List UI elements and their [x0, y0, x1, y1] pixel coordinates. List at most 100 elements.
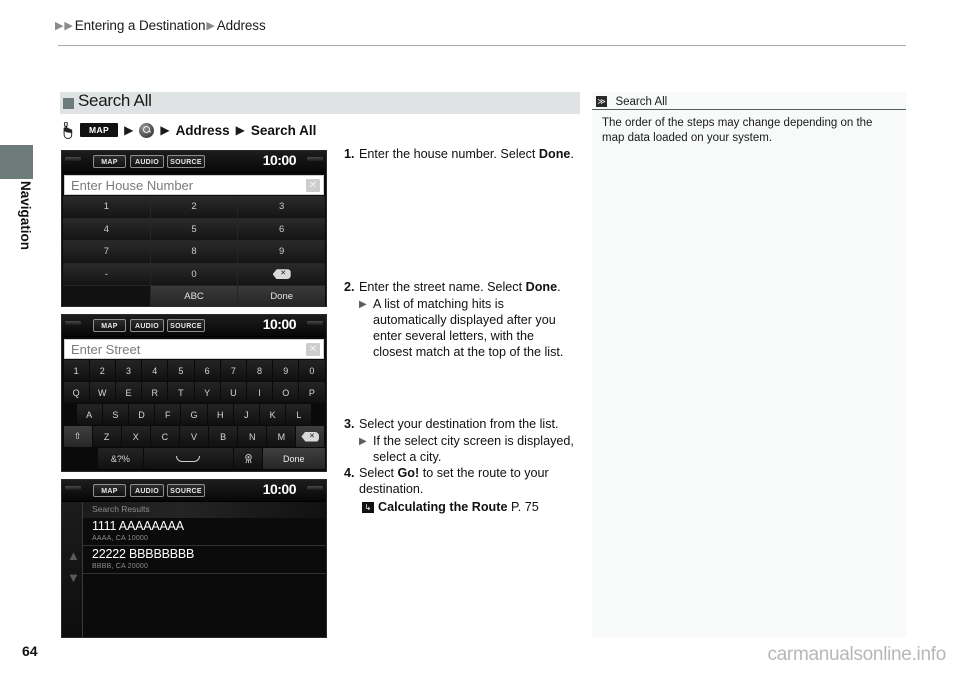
key-s[interactable]: S [102, 404, 128, 425]
results-scrollbar[interactable]: ▲ ▼ [62, 502, 83, 637]
hardware-knob-left-icon [65, 486, 81, 490]
magnifier-icon[interactable] [139, 122, 155, 138]
key-num-1[interactable]: 1 [63, 360, 89, 381]
step-3: 3. Select your destination from the list… [344, 417, 576, 466]
key-u[interactable]: U [220, 382, 246, 403]
step-1-bold: Done [538, 147, 571, 161]
key-num-5[interactable]: 5 [168, 360, 194, 381]
key-9[interactable]: 9 [238, 241, 326, 263]
step-spacer [344, 361, 576, 417]
key-space[interactable] [143, 448, 234, 469]
device1-audio-button[interactable]: AUDIO [130, 155, 164, 168]
key-backspace[interactable]: ✕ [238, 263, 326, 285]
step-1-number: 1. [344, 147, 355, 161]
key-g[interactable]: G [181, 404, 207, 425]
breadcrumb-item-address[interactable]: Address [217, 18, 266, 33]
key-b[interactable]: B [209, 426, 238, 447]
key-shift[interactable]: ⇧ [63, 426, 92, 447]
key-d[interactable]: D [128, 404, 155, 425]
menu-path-row: MAP ▶ ▶ Address ▶ Search All [60, 120, 317, 139]
key-r[interactable]: R [142, 382, 168, 403]
key-8[interactable]: 8 [150, 241, 239, 263]
list-item[interactable]: 1111 AAAAAAAA AAAA, CA 10000 [83, 518, 326, 546]
key-done[interactable]: Done [263, 448, 325, 469]
key-j[interactable]: J [233, 404, 260, 425]
device3-source-button[interactable]: SOURCE [167, 484, 205, 497]
key-a[interactable]: A [76, 404, 102, 425]
key-backspace[interactable]: ✕ [296, 426, 325, 447]
step-1-text-b: . [570, 147, 574, 161]
device3-map-button[interactable]: MAP [93, 484, 126, 497]
key-num-7[interactable]: 7 [220, 360, 246, 381]
key-0[interactable]: 0 [150, 263, 239, 285]
key-x[interactable]: X [121, 426, 150, 447]
key-done[interactable]: Done [238, 286, 326, 306]
key-5[interactable]: 5 [150, 218, 239, 240]
hand-press-icon [60, 120, 73, 139]
key-v[interactable]: V [179, 426, 209, 447]
key-4[interactable]: 4 [63, 218, 151, 240]
sidebar-item-navigation[interactable]: Navigation [0, 181, 33, 250]
section-title-band: Search All [60, 91, 580, 114]
key-dash[interactable]: - [63, 263, 151, 285]
key-num-3[interactable]: 3 [115, 360, 142, 381]
reference-page: P. 75 [507, 499, 539, 514]
key-i[interactable]: I [246, 382, 273, 403]
house-number-input[interactable]: Enter House Number ✕ [64, 175, 324, 195]
page-title: Search All [78, 91, 152, 110]
key-h[interactable]: H [207, 404, 233, 425]
breadcrumb-arrow-icon: ▶ [206, 20, 215, 32]
device1-source-button[interactable]: SOURCE [167, 155, 205, 168]
key-num-8[interactable]: 8 [246, 360, 273, 381]
screenshot-street-keyboard: MAP AUDIO SOURCE 10:00 Enter Street ✕ 1 … [61, 314, 327, 472]
key-num-2[interactable]: 2 [89, 360, 115, 381]
device2-map-button[interactable]: MAP [93, 319, 126, 332]
device2-source-button[interactable]: SOURCE [167, 319, 205, 332]
key-t[interactable]: T [168, 382, 194, 403]
street-input[interactable]: Enter Street ✕ [64, 339, 324, 359]
map-button[interactable]: MAP [80, 122, 119, 138]
key-num-4[interactable]: 4 [142, 360, 168, 381]
key-n[interactable]: N [238, 426, 267, 447]
key-o[interactable]: O [273, 382, 299, 403]
clear-icon[interactable]: ✕ [306, 343, 320, 356]
key-w[interactable]: W [89, 382, 115, 403]
device3-audio-button[interactable]: AUDIO [130, 484, 164, 497]
key-p[interactable]: P [299, 382, 325, 403]
breadcrumb: ▶▶ Entering a Destination▶ Address [55, 18, 267, 33]
scroll-down-icon[interactable]: ▼ [67, 571, 80, 584]
key-c[interactable]: C [150, 426, 179, 447]
key-1[interactable]: 1 [63, 196, 151, 218]
key-k[interactable]: K [260, 404, 286, 425]
scroll-up-icon[interactable]: ▲ [67, 549, 80, 562]
key-num-9[interactable]: 9 [273, 360, 299, 381]
key-symbols[interactable]: &?% [98, 448, 143, 469]
key-3[interactable]: 3 [238, 196, 326, 218]
step-3-body: Select your destination from the list. ▶… [359, 417, 576, 466]
instruction-steps: 1. Enter the house number. Select Done. … [344, 147, 576, 516]
key-z[interactable]: Z [92, 426, 121, 447]
key-m[interactable]: M [267, 426, 296, 447]
key-2[interactable]: 2 [150, 196, 239, 218]
breadcrumb-item-entering-a-destination[interactable]: Entering a Destination [75, 18, 206, 33]
clear-icon[interactable]: ✕ [306, 179, 320, 192]
key-voice[interactable] [234, 448, 263, 469]
key-l[interactable]: L [286, 404, 312, 425]
key-6[interactable]: 6 [238, 218, 326, 240]
key-f[interactable]: F [155, 404, 181, 425]
path-item-search-all[interactable]: Search All [251, 123, 317, 138]
key-y[interactable]: Y [194, 382, 220, 403]
key-abc[interactable]: ABC [150, 286, 239, 306]
keyboard-row-numbers: 1 2 3 4 5 6 7 8 9 0 [62, 360, 326, 381]
step-2: 2. Enter the street name. Select Done. ▶… [344, 280, 576, 361]
key-e[interactable]: E [115, 382, 142, 403]
key-q[interactable]: Q [63, 382, 89, 403]
list-item[interactable]: 22222 BBBBBBBB BBBB, CA 20000 [83, 546, 326, 574]
key-num-0[interactable]: 0 [299, 360, 325, 381]
path-item-address[interactable]: Address [176, 123, 230, 138]
key-7[interactable]: 7 [63, 241, 151, 263]
device1-map-button[interactable]: MAP [93, 155, 126, 168]
device2-audio-button[interactable]: AUDIO [130, 319, 164, 332]
key-num-6[interactable]: 6 [194, 360, 220, 381]
cross-reference[interactable]: ↳ Calculating the Route P. 75 [344, 500, 576, 516]
